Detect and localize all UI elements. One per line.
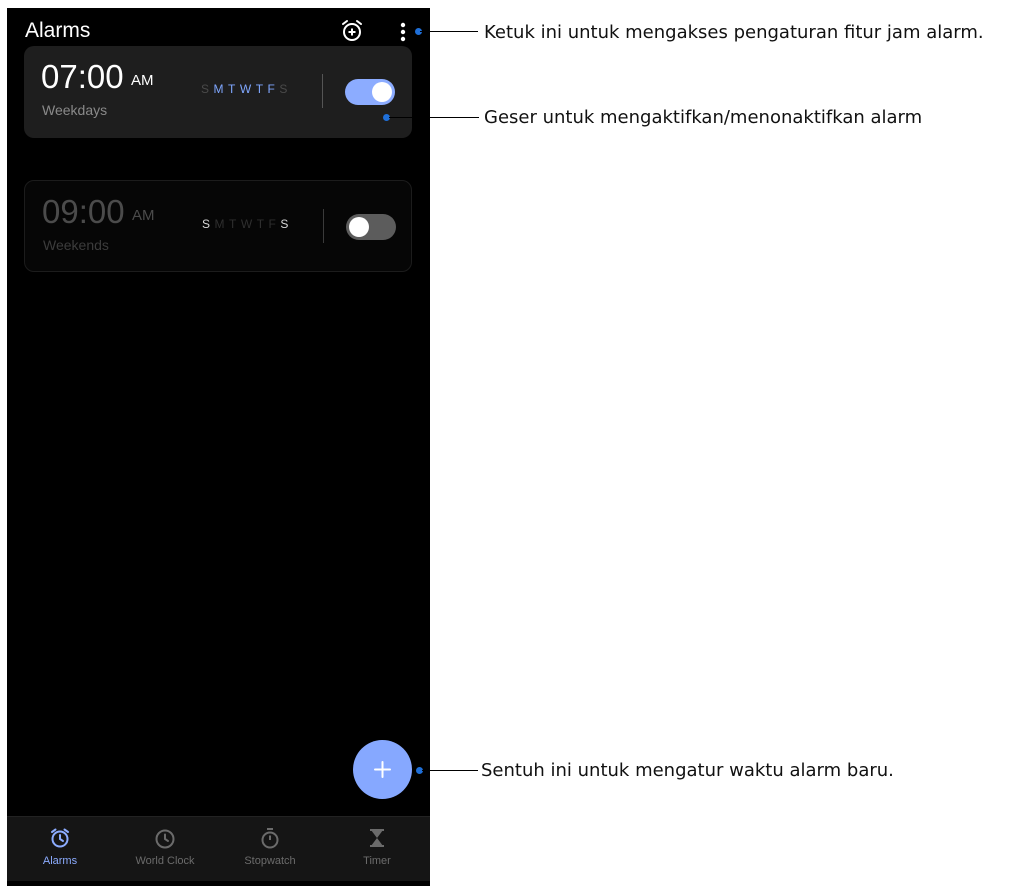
day-friday: F	[268, 217, 277, 231]
alarm-ampm: AM	[131, 72, 154, 89]
tab-timer[interactable]: Timer	[327, 827, 427, 867]
callout-line	[422, 770, 478, 771]
tab-label: Alarms	[42, 855, 78, 867]
callout-new-alarm: Sentuh ini untuk mengatur waktu alarm ba…	[481, 760, 894, 781]
callout-toggle: Geser untuk mengaktifkan/menonaktifkan a…	[484, 107, 923, 128]
alarm-label: Weekends	[43, 237, 109, 253]
day-friday: F	[267, 82, 276, 96]
tab-label: Stopwatch	[244, 855, 296, 867]
alarm-time: 07:00	[41, 58, 124, 95]
callout-line	[420, 31, 478, 32]
alarm-add-icon[interactable]	[340, 19, 364, 43]
day-wednesday: W	[239, 82, 252, 96]
day-thursday: T	[255, 82, 264, 96]
day-monday: M	[213, 82, 225, 96]
day-saturday: S	[279, 82, 288, 96]
toggle-knob	[372, 82, 392, 102]
plus-icon	[374, 761, 391, 778]
alarm-time: 09:00	[42, 193, 125, 230]
phone-screen: Alarms 07:00 AM Weekdays S M T W T F S 0…	[7, 8, 430, 886]
alarm-days: S M T W T F S	[201, 82, 288, 96]
alarm-toggle[interactable]	[346, 214, 396, 240]
callout-settings: Ketuk ini untuk mengakses pengaturan fit…	[484, 22, 984, 43]
page-title: Alarms	[25, 19, 91, 42]
tab-alarms[interactable]: Alarms	[10, 827, 110, 867]
alarm-days: S M T W T F S	[202, 217, 289, 231]
day-monday: M	[214, 217, 226, 231]
day-sunday: S	[202, 217, 211, 231]
tab-stopwatch[interactable]: Stopwatch	[220, 827, 320, 867]
day-tuesday: T	[228, 82, 236, 96]
alarm-card[interactable]: 07:00 AM Weekdays S M T W T F S	[24, 46, 412, 138]
add-alarm-button[interactable]	[353, 740, 412, 799]
tab-world-clock[interactable]: World Clock	[115, 827, 215, 867]
day-saturday: S	[280, 217, 289, 231]
day-thursday: T	[256, 217, 265, 231]
stopwatch-icon	[261, 828, 279, 849]
more-vert-icon[interactable]	[395, 20, 411, 44]
day-wednesday: W	[240, 217, 253, 231]
alarm-ampm: AM	[132, 207, 155, 224]
day-tuesday: T	[229, 217, 237, 231]
toggle-knob	[349, 217, 369, 237]
alarm-card[interactable]: 09:00 AM Weekends S M T W T F S	[24, 180, 412, 272]
bottom-nav: Alarms World Clock Stopwatch Timer	[7, 816, 430, 881]
alarm-icon	[51, 828, 69, 848]
divider	[323, 209, 324, 243]
clock-icon	[155, 829, 175, 849]
tab-label: Timer	[363, 855, 391, 867]
tab-label: World Clock	[135, 855, 195, 867]
alarm-label: Weekdays	[42, 102, 108, 118]
divider	[322, 74, 323, 108]
hourglass-icon	[370, 829, 384, 847]
callout-line	[389, 117, 479, 118]
day-sunday: S	[201, 82, 210, 96]
alarm-toggle[interactable]	[345, 79, 395, 105]
